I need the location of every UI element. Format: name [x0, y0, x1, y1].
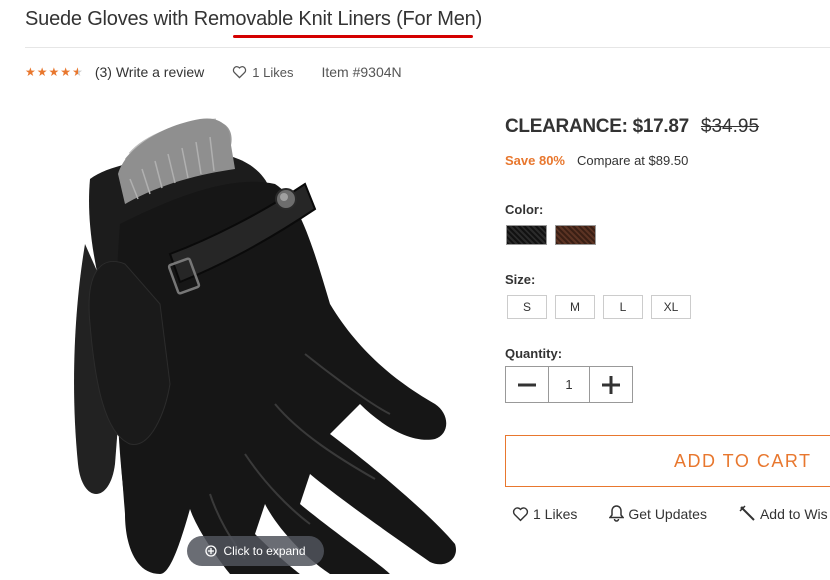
size-button-xl[interactable]: XL	[651, 295, 691, 319]
star-icon: ★	[48, 65, 61, 79]
like-button-top[interactable]: 1 Likes	[232, 65, 293, 80]
like-label: 1 Likes	[533, 505, 578, 522]
color-swatches	[506, 225, 604, 245]
like-button[interactable]: 1 Likes	[512, 506, 577, 522]
size-button-s[interactable]: S	[507, 295, 547, 319]
add-to-wishlist-button[interactable]: Add to Wis	[739, 505, 828, 522]
color-swatch-brown[interactable]	[555, 225, 596, 245]
header-divider	[25, 47, 830, 48]
plus-icon	[602, 375, 620, 394]
color-label: Color:	[505, 202, 544, 217]
product-meta-row: ★ ★ ★ ★ ★ (3) Write a review 1 Likes Ite…	[25, 63, 402, 81]
quantity-increase-button[interactable]	[590, 367, 632, 402]
heart-icon	[512, 506, 529, 521]
clearance-price: CLEARANCE: $17.87	[505, 116, 689, 137]
size-button-m[interactable]: M	[555, 295, 595, 319]
savings-row: Save 80% Compare at $89.50	[505, 153, 688, 168]
expand-image-button[interactable]: Click to expand	[187, 536, 324, 566]
rating-stars[interactable]: ★ ★ ★ ★ ★	[25, 65, 84, 79]
color-swatch-black[interactable]	[506, 225, 547, 245]
write-review-link[interactable]: (3) Write a review	[95, 64, 204, 80]
zoom-icon	[205, 545, 218, 557]
size-options: S M L XL	[507, 295, 699, 319]
product-image[interactable]	[30, 104, 480, 574]
half-star-icon: ★	[72, 65, 84, 79]
size-label: Size:	[505, 272, 536, 287]
expand-label: Click to expand	[223, 544, 306, 558]
product-title: Suede Gloves with Removable Knit Liners …	[25, 8, 483, 30]
product-actions: 1 Likes Get Updates Add to Wis	[512, 505, 830, 522]
get-updates-button[interactable]: Get Updates	[609, 505, 707, 522]
minus-icon	[518, 383, 536, 386]
original-price: $34.95	[700, 116, 760, 137]
compare-price: Compare at $89.50	[577, 153, 689, 168]
wand-icon	[739, 505, 755, 521]
title-highlight-underline	[233, 35, 473, 38]
bell-icon	[609, 505, 625, 522]
likes-count: 1 Likes	[252, 64, 294, 80]
wishlist-label: Add to Wis	[759, 505, 828, 522]
heart-icon	[233, 66, 247, 79]
star-icon: ★	[60, 65, 73, 79]
get-updates-label: Get Updates	[628, 505, 707, 522]
quantity-label: Quantity:	[505, 346, 563, 361]
quantity-decrease-button[interactable]	[506, 367, 548, 402]
star-icon: ★	[25, 65, 37, 79]
quantity-stepper: 1	[505, 366, 633, 403]
add-to-cart-button[interactable]: ADD TO CART	[505, 435, 830, 487]
quantity-input[interactable]: 1	[548, 367, 590, 402]
price-row: CLEARANCE: $17.87 $34.95	[505, 116, 759, 138]
size-button-l[interactable]: L	[603, 295, 643, 319]
save-percent: Save 80%	[505, 153, 565, 168]
star-icon: ★	[36, 65, 49, 79]
item-number: Item #9304N	[321, 64, 402, 80]
